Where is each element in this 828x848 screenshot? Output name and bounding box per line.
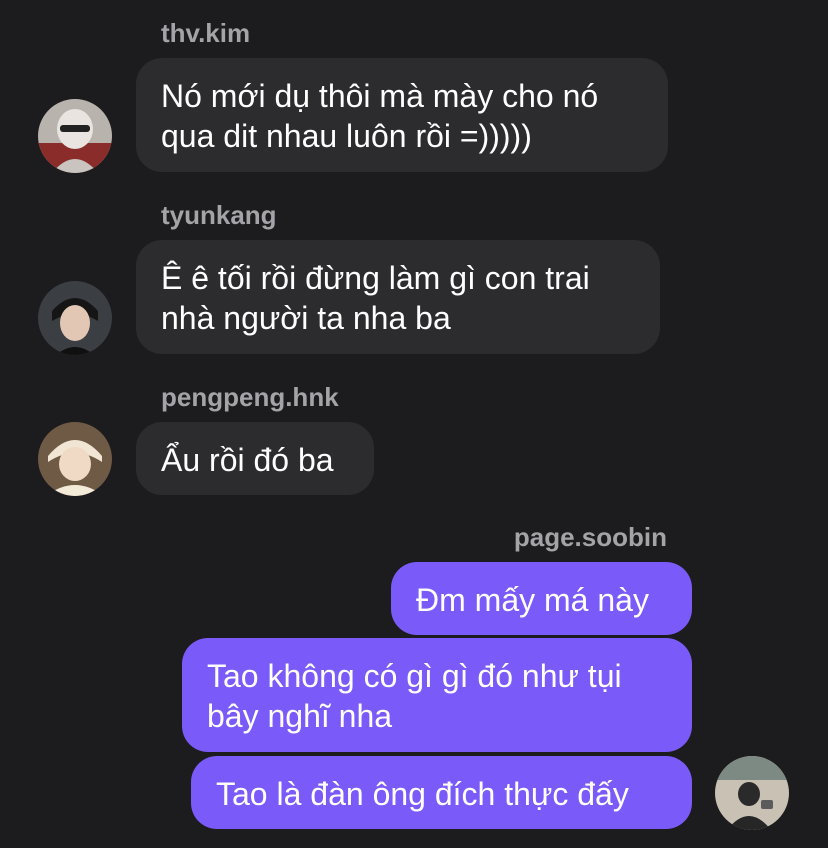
message-bubble[interactable]: Ê ê tối rồi đừng làm gì con trai nhà ngư…: [136, 240, 660, 354]
user-avatar-icon[interactable]: [38, 99, 112, 173]
user-avatar-icon[interactable]: [38, 422, 112, 496]
message-text-line: qua dit nhau luôn rồi =))))): [161, 118, 532, 154]
sender-name: tyunkang: [161, 200, 277, 230]
own-message-bubble[interactable]: Tao là đàn ông đích thực đấy: [191, 756, 692, 829]
message-text-line: Tao không có gì gì đó như tụi: [207, 658, 622, 694]
message-bubble[interactable]: Nó mới dụ thôi mà mày cho nó qua dit nha…: [136, 58, 668, 172]
message-text-line: Ẩu rồi đó ba: [161, 442, 334, 478]
chat-thread: thv.kim Nó mới dụ thôi mà mày cho nó qua…: [0, 0, 828, 848]
message-text-line: Tao là đàn ông đích thực đấy: [216, 776, 629, 812]
own-message-bubble[interactable]: Tao không có gì gì đó như tụi bây nghĩ n…: [182, 638, 692, 752]
message-text-line: nhà người ta nha ba: [161, 300, 451, 336]
message-text-line: Ê ê tối rồi đừng làm gì con trai: [161, 260, 590, 296]
message-text-line: Nó mới dụ thôi mà mày cho nó: [161, 78, 599, 114]
message-text-line: Đm mấy má này: [416, 582, 649, 618]
message-text-line: bây nghĩ nha: [207, 698, 393, 734]
user-avatar-icon[interactable]: [38, 281, 112, 355]
own-message-bubble[interactable]: Đm mấy má này: [391, 562, 692, 635]
user-avatar-icon[interactable]: [715, 756, 789, 830]
own-sender-name: page.soobin: [513, 522, 667, 552]
sender-name: pengpeng.hnk: [161, 382, 339, 412]
sender-name: thv.kim: [161, 18, 251, 48]
message-bubble[interactable]: Ẩu rồi đó ba: [136, 422, 374, 495]
